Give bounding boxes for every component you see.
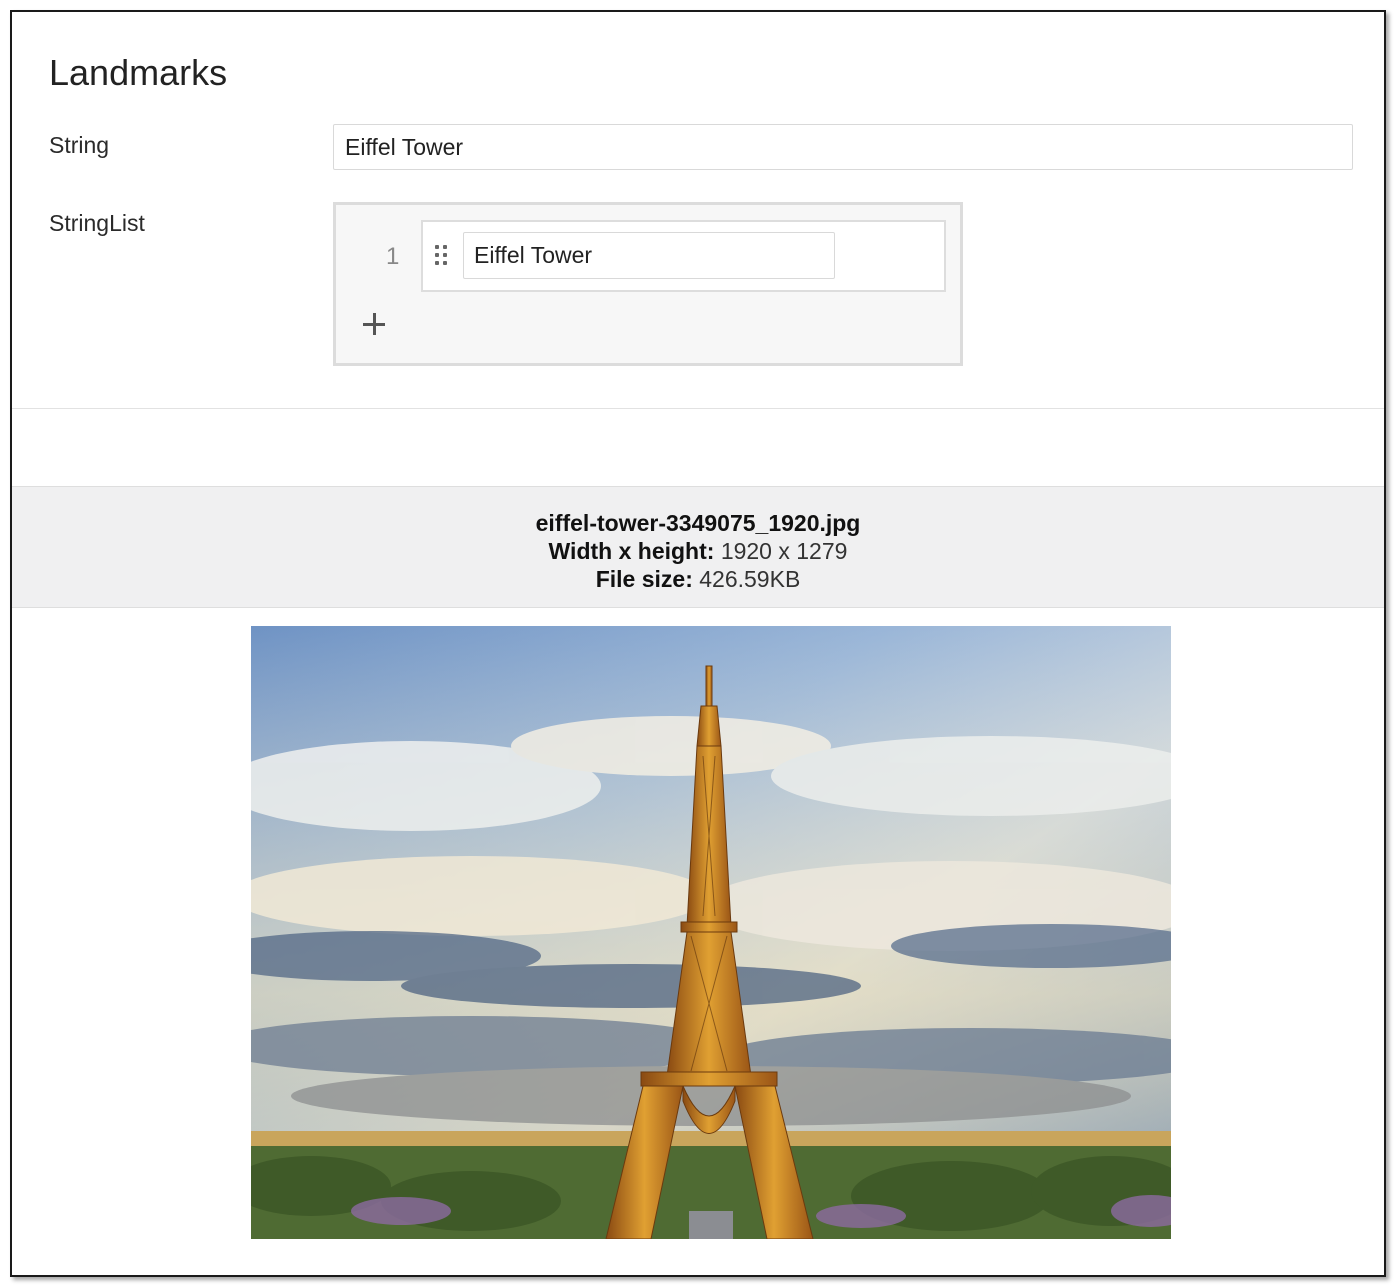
dimensions-label: Width x height: [548, 538, 715, 564]
image-preview [251, 626, 1171, 1239]
list-item-index: 1 [386, 243, 400, 270]
plus-icon[interactable] [360, 310, 390, 340]
page-title: Landmarks [49, 52, 228, 93]
file-size-value: 426.59KB [699, 566, 801, 592]
section-divider [12, 408, 1384, 409]
file-name-line: eiffel-tower-3349075_1920.jpg [12, 509, 1384, 537]
file-size-label: File size: [595, 566, 693, 592]
file-info-panel: eiffel-tower-3349075_1920.jpg Width x he… [12, 486, 1384, 608]
string-input[interactable] [333, 124, 1353, 170]
list-item-input[interactable] [463, 232, 835, 279]
editor-panel: Landmarks String StringList 1 eiffel-tow… [10, 10, 1386, 1277]
string-field-label: String [49, 132, 110, 158]
dimensions-line: Width x height: 1920 x 1279 [12, 537, 1384, 565]
drag-handle-icon[interactable] [435, 245, 451, 267]
list-item [421, 220, 946, 292]
stringlist-field-label: StringList [49, 210, 145, 236]
file-name: eiffel-tower-3349075_1920.jpg [535, 510, 861, 536]
eiffel-tower-photo [251, 626, 1171, 1239]
dimensions-value: 1920 x 1279 [720, 538, 848, 564]
stringlist-container: 1 [333, 202, 963, 366]
file-size-line: File size: 426.59KB [12, 565, 1384, 593]
